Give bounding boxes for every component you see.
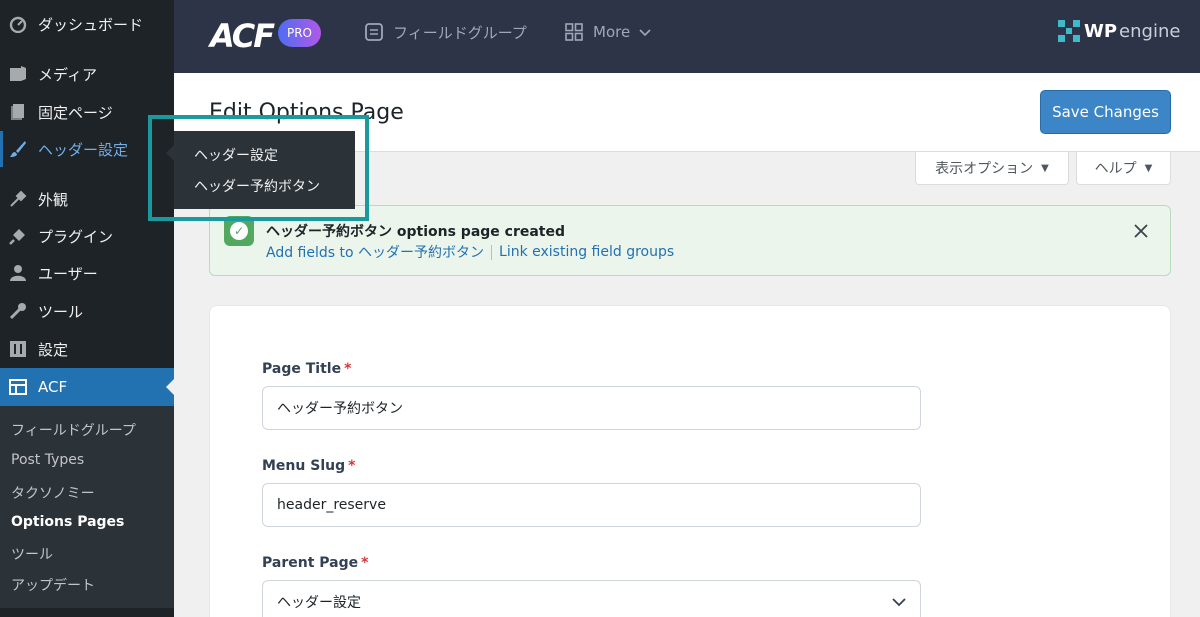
caret-down-icon: ▼ (1041, 162, 1049, 174)
submenu-taxonomies[interactable]: タクソノミー (11, 483, 95, 503)
menu-item-tools[interactable]: ツール (0, 293, 174, 329)
link-field-groups-link[interactable]: Link existing field groups (499, 244, 674, 260)
plugins-icon (7, 225, 29, 247)
submenu-post-types[interactable]: Post Types (11, 452, 84, 468)
grid-icon (563, 21, 585, 43)
menu-item-users[interactable]: ユーザー (0, 255, 174, 291)
menu-label: プラグイン (38, 227, 114, 246)
submenu-options-pages[interactable]: Options Pages (11, 514, 124, 530)
notice-links: Add fields to ヘッダー予約ボタン Link existing fi… (266, 242, 674, 262)
menu-slug-input[interactable]: header_reserve (262, 483, 921, 527)
brand-engine: engine (1119, 20, 1181, 42)
menu-label: ツール (38, 302, 84, 321)
link-separator (491, 244, 493, 260)
wpengine-logo[interactable]: WP engine (1058, 20, 1180, 42)
notice-created-text: options page created (392, 224, 566, 240)
annotation-highlight-box (148, 115, 369, 221)
options-page-form: Page Title * ヘッダー予約ボタン Menu Slug * header_… (209, 305, 1171, 617)
menu-label: ダッシュボード (38, 15, 144, 34)
menu-label: 設定 (38, 340, 69, 359)
pro-badge: PRO (278, 19, 321, 47)
nav-label: More (593, 23, 631, 41)
menu-item-dashboard[interactable]: ダッシュボード (0, 6, 174, 42)
users-icon (7, 262, 29, 284)
menu-label: ヘッダー設定 (38, 140, 129, 159)
label-text: Parent Page (262, 555, 359, 571)
menu-item-acf[interactable]: ACF (0, 368, 174, 406)
pages-icon (7, 101, 29, 123)
notice-message: ヘッダー予約ボタン options page created (266, 221, 565, 241)
notice-page-name: ヘッダー予約ボタン (266, 224, 392, 240)
label-text: Page Title (262, 361, 342, 377)
sidebar-footer (0, 608, 174, 617)
menu-label: 外観 (38, 190, 69, 209)
menu-label: ユーザー (38, 264, 98, 283)
screen-options-label: 表示オプション (935, 161, 1034, 177)
menu-label: メディア (38, 65, 97, 84)
help-label: ヘルプ (1094, 161, 1137, 177)
caret-down-icon: ▼ (1144, 162, 1153, 174)
menu-label: ACF (38, 378, 68, 396)
settings-icon (7, 338, 29, 360)
input-value: header_reserve (277, 497, 386, 513)
chevron-down-icon (892, 595, 906, 611)
page-title-label: Page Title * (262, 361, 351, 377)
appearance-icon (7, 188, 29, 210)
menu-item-settings[interactable]: 設定 (0, 331, 174, 367)
acf-submenu: フィールドグループ Post Types タクソノミー Options Page… (0, 406, 174, 608)
brand-wp: WP (1084, 20, 1118, 42)
nav-label: フィールドグループ (393, 23, 527, 42)
label-text: Menu Slug (262, 458, 346, 474)
menu-item-media[interactable]: メディア (0, 56, 174, 92)
required-mark: * (348, 458, 356, 474)
close-icon[interactable] (1130, 220, 1152, 242)
acf-header-bar: ACF PRO フィールドグループ More WP engine (174, 0, 1200, 73)
parent-page-label: Parent Page * (262, 555, 368, 571)
submenu-tools[interactable]: ツール (11, 544, 53, 564)
acf-logo[interactable]: ACF (210, 17, 275, 55)
nav-field-groups[interactable]: フィールドグループ (363, 21, 527, 43)
select-value: ヘッダー設定 (277, 595, 361, 611)
menu-slug-label: Menu Slug * (262, 458, 355, 474)
save-changes-button[interactable]: Save Changes (1040, 90, 1171, 134)
submenu-updates[interactable]: アップデート (11, 575, 95, 595)
brush-icon (7, 138, 29, 160)
parent-page-select[interactable]: ヘッダー設定 (262, 580, 921, 617)
menu-item-plugins[interactable]: プラグイン (0, 218, 174, 254)
screen-options-button[interactable]: 表示オプション ▼ (915, 152, 1069, 185)
wpengine-grid-icon (1058, 20, 1080, 42)
wrench-icon (7, 300, 29, 322)
nav-more[interactable]: More (563, 21, 651, 43)
input-value: ヘッダー予約ボタン (277, 401, 403, 417)
chevron-down-icon (639, 23, 651, 41)
required-mark: * (361, 555, 369, 571)
admin-sidebar: ダッシュボード メディア 固定ページ ヘッダー設定 外観 プラグイン ユーザー … (0, 0, 174, 617)
required-mark: * (344, 361, 352, 377)
list-icon (363, 21, 385, 43)
acf-icon (7, 376, 29, 398)
submenu-field-groups[interactable]: フィールドグループ (11, 420, 136, 440)
add-fields-link[interactable]: Add fields to ヘッダー予約ボタン (266, 242, 484, 262)
menu-label: 固定ページ (38, 103, 113, 122)
dashboard-icon (7, 13, 29, 35)
media-icon (7, 63, 29, 85)
help-button[interactable]: ヘルプ ▼ (1076, 152, 1171, 185)
page-title-input[interactable]: ヘッダー予約ボタン (262, 386, 921, 430)
